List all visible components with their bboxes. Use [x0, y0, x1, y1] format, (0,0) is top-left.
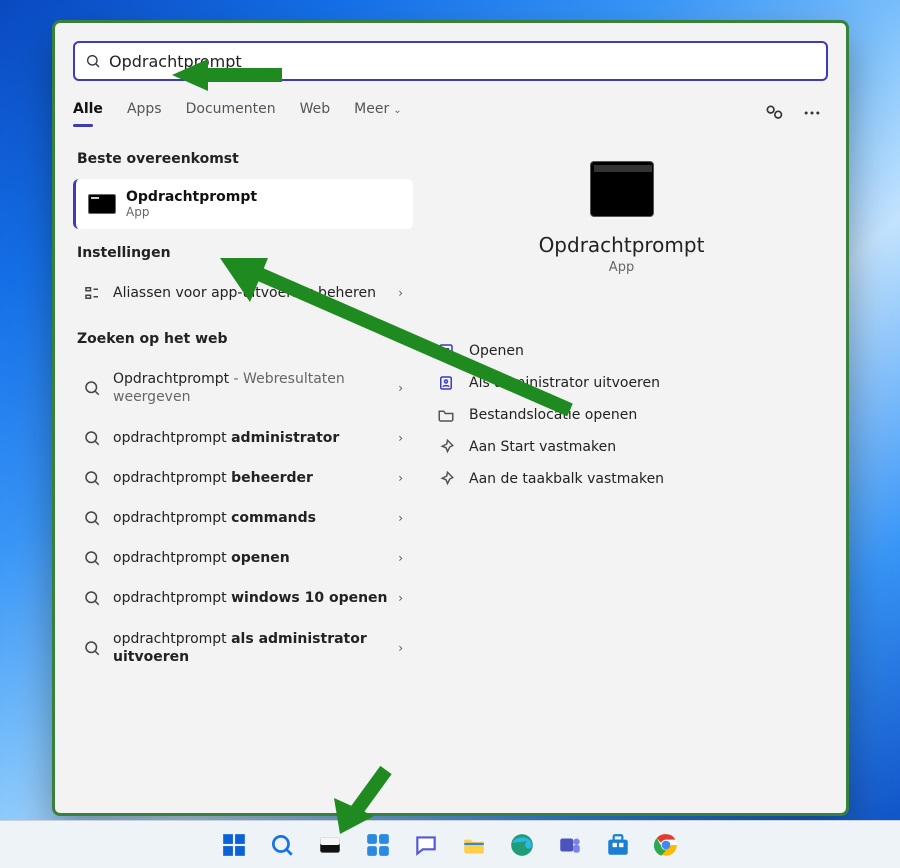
results-column: Beste overeenkomst Opdrachtprompt App In… [55, 125, 415, 813]
chevron-right-icon: › [398, 551, 403, 565]
taskbar-task-view-button[interactable] [310, 825, 350, 865]
taskbar-chat-button[interactable] [406, 825, 446, 865]
cmd-icon [88, 194, 116, 214]
web-result[interactable]: opdrachtprompt windows 10 openen› [73, 578, 413, 618]
search-bar[interactable] [73, 41, 828, 81]
chevron-right-icon: › [398, 286, 403, 300]
details-card: Opdrachtprompt App [415, 149, 828, 275]
best-match-title: Opdrachtprompt [126, 189, 257, 205]
search-icon [83, 429, 101, 447]
chevron-right-icon: › [398, 641, 403, 655]
taskbar-search-button[interactable] [262, 825, 302, 865]
web-result-label: opdrachtprompt windows 10 openen [113, 589, 398, 607]
search-icon [83, 639, 101, 657]
chevron-right-icon: › [398, 471, 403, 485]
taskbar-explorer-button[interactable] [454, 825, 494, 865]
tab-documents[interactable]: Documenten [186, 101, 276, 125]
folder-icon [437, 406, 455, 424]
taskbar-start-button[interactable] [214, 825, 254, 865]
action-open-location-label: Bestandslocatie openen [469, 407, 637, 423]
action-open-location[interactable]: Bestandslocatie openen [429, 399, 828, 431]
web-search-header: Zoeken op het web [73, 331, 415, 359]
taskbar [0, 820, 900, 868]
tab-apps[interactable]: Apps [127, 101, 162, 125]
pin-icon [437, 470, 455, 488]
web-result[interactable]: opdrachtprompt openen› [73, 538, 413, 578]
filter-tabs-row: Alle Apps Documenten Web Meer⌄ [55, 95, 846, 125]
details-subtitle: App [415, 260, 828, 275]
chevron-down-icon: ⌄ [393, 105, 401, 116]
web-result[interactable]: opdrachtprompt commands› [73, 498, 413, 538]
web-result-label: opdrachtprompt beheerder [113, 469, 398, 487]
open-icon [437, 342, 455, 360]
action-pin-taskbar[interactable]: Aan de taakbalk vastmaken [429, 463, 828, 495]
cmd-large-icon [590, 161, 654, 217]
pin-icon [437, 438, 455, 456]
search-highlights-icon[interactable] [764, 103, 784, 123]
taskbar-chrome-button[interactable] [646, 825, 686, 865]
best-match-result[interactable]: Opdrachtprompt App [73, 179, 413, 229]
details-column: Opdrachtprompt App Openen Als administra… [415, 125, 846, 813]
taskbar-widgets-button[interactable] [358, 825, 398, 865]
action-pin-start-label: Aan Start vastmaken [469, 439, 616, 455]
web-result-label: opdrachtprompt commands [113, 509, 398, 527]
shield-icon [437, 374, 455, 392]
chevron-right-icon: › [398, 591, 403, 605]
web-result[interactable]: opdrachtprompt administrator› [73, 418, 413, 458]
taskbar-edge-button[interactable] [502, 825, 542, 865]
tab-all[interactable]: Alle [73, 101, 103, 125]
action-open[interactable]: Openen [429, 335, 828, 367]
tab-more[interactable]: Meer⌄ [354, 101, 401, 125]
web-result[interactable]: opdrachtprompt beheerder› [73, 458, 413, 498]
taskbar-teams-button[interactable] [550, 825, 590, 865]
action-run-as-admin-label: Als administrator uitvoeren [469, 375, 660, 391]
settings-aliases-icon [83, 284, 101, 302]
action-pin-taskbar-label: Aan de taakbalk vastmaken [469, 471, 664, 487]
best-match-header: Beste overeenkomst [73, 151, 415, 179]
search-icon [83, 469, 101, 487]
action-pin-start[interactable]: Aan Start vastmaken [429, 431, 828, 463]
web-result-label: opdrachtprompt als administrator uitvoer… [113, 630, 398, 666]
search-input[interactable] [109, 52, 816, 71]
search-icon [83, 379, 101, 397]
tab-web[interactable]: Web [300, 101, 331, 125]
search-icon [83, 509, 101, 527]
more-options-icon[interactable] [802, 103, 822, 123]
web-result-label: opdrachtprompt openen [113, 549, 398, 567]
chevron-right-icon: › [398, 431, 403, 445]
settings-result-label: Aliassen voor app-uitvoering beheren [113, 284, 398, 302]
search-bar-row [55, 23, 846, 95]
details-title: Opdrachtprompt [415, 233, 828, 257]
search-icon [83, 589, 101, 607]
search-icon [83, 549, 101, 567]
settings-result-aliases[interactable]: Aliassen voor app-uitvoering beheren › [73, 273, 413, 313]
chevron-right-icon: › [398, 511, 403, 525]
settings-header: Instellingen [73, 245, 415, 273]
action-open-label: Openen [469, 343, 524, 359]
search-icon [85, 53, 101, 69]
windows-search-panel: Alle Apps Documenten Web Meer⌄ Beste ove… [52, 20, 849, 816]
chevron-right-icon: › [398, 381, 403, 395]
web-result-label: Opdrachtprompt - Webresultaten weergeven [113, 370, 398, 406]
action-run-as-admin[interactable]: Als administrator uitvoeren [429, 367, 828, 399]
web-result[interactable]: Opdrachtprompt - Webresultaten weergeven… [73, 359, 413, 417]
web-result[interactable]: opdrachtprompt als administrator uitvoer… [73, 619, 413, 677]
taskbar-store-button[interactable] [598, 825, 638, 865]
best-match-subtitle: App [126, 205, 257, 219]
web-result-label: opdrachtprompt administrator [113, 429, 398, 447]
